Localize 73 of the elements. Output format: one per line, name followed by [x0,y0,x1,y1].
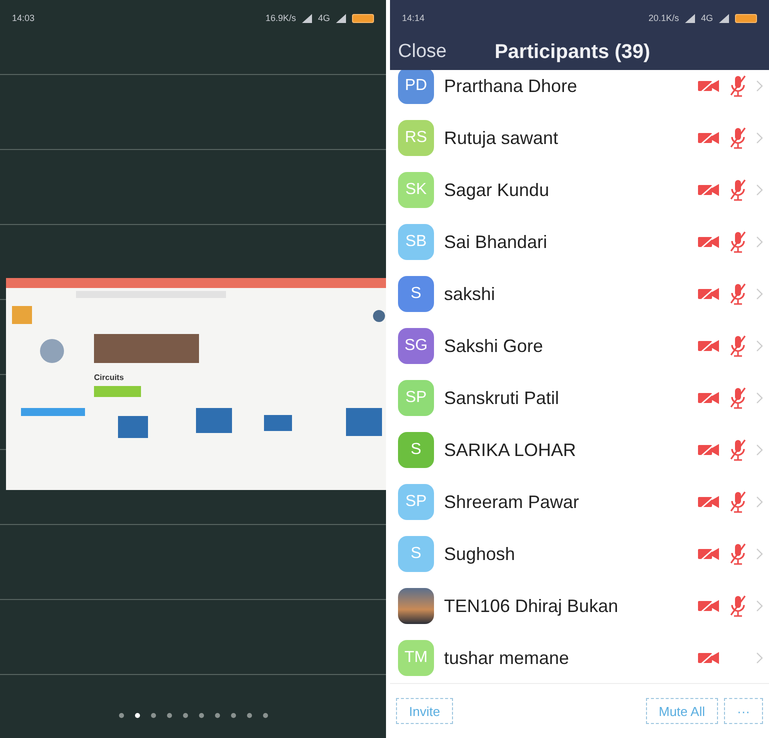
screen-title: Participants (39) [494,40,650,64]
avatar: SB [398,224,434,260]
page-indicator-dot[interactable] [118,713,124,718]
status-time: 14:03 [12,13,35,23]
signal-icon [684,14,695,22]
participant-name: Shreeram Pawar [444,492,580,512]
page-indicator-dot[interactable] [198,713,204,718]
page-indicator-dot[interactable] [166,713,172,718]
circuit-board-image [346,408,382,436]
create-button[interactable] [94,386,141,397]
chevron-right-icon[interactable] [756,132,763,144]
chevron-right-icon[interactable] [756,444,763,456]
chevron-right-icon[interactable] [756,392,763,404]
avatar: RS [398,120,434,156]
avatar: S [398,276,434,312]
chevron-right-icon[interactable] [756,288,763,300]
circuit-board-image [264,415,292,431]
avatar: SP [398,484,434,520]
page-indicator-dot[interactable] [230,713,236,718]
participant-name: tushar memane [444,648,570,668]
logo-icon [12,306,32,324]
status-time: 14:14 [402,13,425,23]
network-type: 4G [318,13,330,23]
chevron-right-icon[interactable] [756,340,763,352]
avatar-icon [40,339,64,363]
page-indicator-dot[interactable] [246,713,252,718]
sidebar-item[interactable] [21,408,85,416]
page-indicator-dot[interactable] [182,713,188,718]
avatar: SG [398,328,434,364]
page-indicator-dot[interactable] [262,713,268,718]
network-speed: 20.1K/s [648,13,679,23]
chevron-right-icon[interactable] [756,600,763,612]
invite-button[interactable]: Invite [396,698,454,724]
avatar-icon [373,310,385,322]
chevron-right-icon[interactable] [756,548,763,560]
battery-icon [352,14,374,22]
participant-name: Sagar Kundu [444,180,550,200]
circuit-board-image [196,408,232,433]
participant-name: Sughosh [444,544,516,564]
participant-name: Sakshi Gore [444,336,544,356]
avatar: SP [398,380,434,416]
close-button[interactable]: Close [398,41,447,63]
avatar-photo-placeholder [398,588,434,624]
page-indicator-dot[interactable] [150,713,156,718]
participant-name: Sai Bhandari [444,232,548,252]
participant-name: Rutuja sawant [444,128,560,148]
battery-icon [735,14,757,22]
network-speed: 16.9K/s [265,13,296,23]
avatar: S [398,536,434,572]
participant-name: SARIKA LOHAR [444,440,578,460]
signal-icon [719,14,729,22]
avatar: S [398,432,434,468]
avatar: PD [398,68,434,104]
chevron-right-icon[interactable] [756,236,763,248]
page-indicator-dot[interactable] [134,713,140,718]
section-heading: Circuits [94,373,124,382]
avatar: SK [398,172,434,208]
circuit-board-image [118,416,148,438]
participant-name: TEN106 Dhiraj Bukan [444,596,620,616]
chevron-right-icon[interactable] [756,80,763,92]
chevron-right-icon[interactable] [756,496,763,508]
participant-name: Prarthana Dhore [444,76,578,96]
signal-icon [302,14,312,22]
chevron-right-icon[interactable] [756,652,763,664]
participant-name: Sanskruti Patil [444,388,560,408]
participant-name: sakshi [444,284,496,304]
more-button[interactable]: ··· [724,698,763,724]
mute-all-button[interactable]: Mute All [646,698,718,724]
network-type: 4G [700,13,713,23]
signal-icon [336,14,346,22]
chevron-right-icon[interactable] [756,184,763,196]
page-indicator-dot[interactable] [214,713,220,718]
avatar: TM [398,640,434,676]
